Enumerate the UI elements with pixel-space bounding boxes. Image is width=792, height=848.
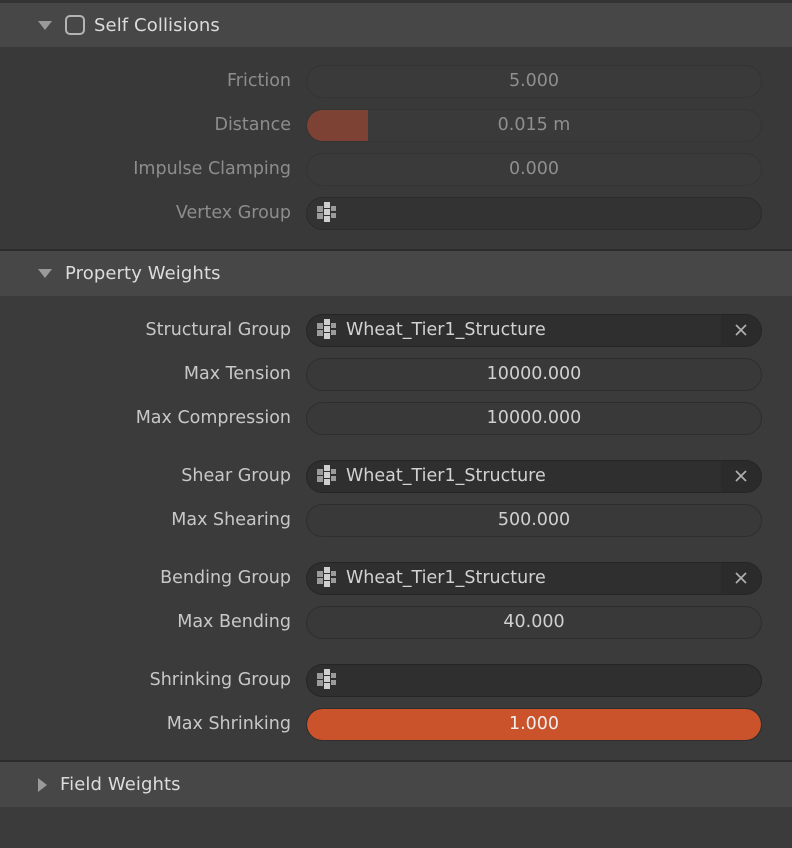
max-bending-value: 40.000 — [503, 612, 565, 632]
structural-group-field[interactable]: Wheat_Tier1_Structure — [306, 313, 762, 347]
property-weights-body: Structural Group Wheat_Tier1_Structure M… — [0, 296, 792, 760]
section-header-field-weights[interactable]: Field Weights — [0, 760, 792, 807]
row-max-shearing: Max Shearing 500.000 — [0, 498, 792, 542]
structural-group-clear-button[interactable] — [721, 314, 761, 346]
row-impulse-clamping: Impulse Clamping 0.000 — [0, 147, 792, 191]
vertex-group-icon — [316, 667, 338, 694]
shrinking-group-field[interactable] — [306, 663, 762, 697]
label-friction: Friction — [227, 71, 291, 91]
distance-slider-field[interactable]: 0.015 m — [306, 108, 762, 142]
self-collisions-checkbox[interactable] — [65, 15, 85, 35]
label-max-bending: Max Bending — [177, 612, 291, 632]
label-max-shearing: Max Shearing — [171, 510, 291, 530]
impulse-clamping-value: 0.000 — [508, 159, 560, 179]
label-impulse-clamping: Impulse Clamping — [133, 159, 291, 179]
max-shearing-value: 500.000 — [497, 510, 571, 530]
friction-value: 5.000 — [508, 71, 560, 91]
row-distance: Distance 0.015 m — [0, 103, 792, 147]
section-header-property-weights[interactable]: Property Weights — [0, 249, 792, 296]
label-structural-group: Structural Group — [145, 320, 291, 340]
label-distance: Distance — [214, 115, 291, 135]
triangle-right-icon[interactable] — [38, 777, 47, 792]
row-friction: Friction 5.000 — [0, 59, 792, 103]
bending-group-field[interactable]: Wheat_Tier1_Structure — [306, 561, 762, 595]
label-vertex-group: Vertex Group — [175, 203, 291, 223]
vertex-group-icon — [316, 200, 338, 227]
vertex-group-icon — [316, 565, 338, 592]
triangle-down-icon[interactable] — [38, 269, 52, 278]
max-compression-value-field[interactable]: 10000.000 — [306, 401, 762, 435]
max-compression-value: 10000.000 — [486, 408, 582, 428]
friction-value-field[interactable]: 5.000 — [306, 64, 762, 98]
vertex-group-icon — [316, 463, 338, 490]
max-shearing-value-field[interactable]: 500.000 — [306, 503, 762, 537]
section-title-self-collisions: Self Collisions — [94, 14, 220, 36]
max-shrinking-slider-field[interactable]: 1.000 — [306, 707, 762, 741]
distance-slider-fill — [307, 109, 369, 141]
row-shear-group: Shear Group Wheat_Tier1_Structure — [0, 454, 792, 498]
row-max-tension: Max Tension 10000.000 — [0, 352, 792, 396]
self-collisions-body: Friction 5.000 Distance 0.015 m Impulse … — [0, 47, 792, 249]
row-vertex-group: Vertex Group — [0, 191, 792, 235]
row-bending-group: Bending Group Wheat_Tier1_Structure — [0, 556, 792, 600]
label-max-shrinking: Max Shrinking — [166, 714, 291, 734]
section-title-field-weights: Field Weights — [60, 774, 181, 795]
vertex-group-icon — [316, 317, 338, 344]
label-shrinking-group: Shrinking Group — [149, 670, 291, 690]
label-bending-group: Bending Group — [160, 568, 291, 588]
impulse-clamping-value-field[interactable]: 0.000 — [306, 152, 762, 186]
row-max-shrinking: Max Shrinking 1.000 — [0, 702, 792, 746]
triangle-down-icon[interactable] — [38, 20, 52, 30]
vertex-group-field[interactable] — [306, 196, 762, 230]
shear-group-field[interactable]: Wheat_Tier1_Structure — [306, 459, 762, 493]
cloth-physics-properties-panel: Self Collisions Friction 5.000 Distance … — [0, 0, 792, 848]
label-max-tension: Max Tension — [183, 364, 291, 384]
row-structural-group: Structural Group Wheat_Tier1_Structure — [0, 308, 792, 352]
max-tension-value-field[interactable]: 10000.000 — [306, 357, 762, 391]
max-tension-value: 10000.000 — [486, 364, 582, 384]
max-shrinking-slider-fill — [307, 708, 761, 740]
bending-group-name: Wheat_Tier1_Structure — [346, 568, 546, 588]
distance-value: 0.015 m — [497, 115, 571, 135]
row-shrinking-group: Shrinking Group — [0, 658, 792, 702]
structural-group-name: Wheat_Tier1_Structure — [346, 320, 546, 340]
max-bending-value-field[interactable]: 40.000 — [306, 605, 762, 639]
section-header-self-collisions[interactable]: Self Collisions — [0, 0, 792, 47]
bending-group-clear-button[interactable] — [721, 562, 761, 594]
row-max-bending: Max Bending 40.000 — [0, 600, 792, 644]
label-max-compression: Max Compression — [135, 408, 291, 428]
label-shear-group: Shear Group — [181, 466, 291, 486]
shear-group-name: Wheat_Tier1_Structure — [346, 466, 546, 486]
section-title-property-weights: Property Weights — [65, 263, 221, 284]
shear-group-clear-button[interactable] — [721, 460, 761, 492]
row-max-compression: Max Compression 10000.000 — [0, 396, 792, 440]
